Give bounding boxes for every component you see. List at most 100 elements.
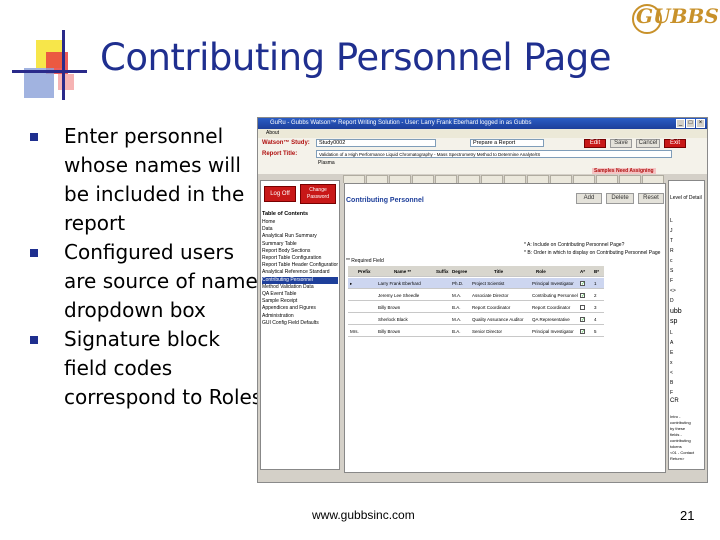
tab[interactable] — [642, 175, 664, 183]
toc-item[interactable]: Analytical Reference Standard — [262, 269, 338, 276]
note-a: * A: Include on Contributing Personnel P… — [524, 242, 625, 248]
gubbs-logo: GUBBS — [636, 4, 719, 28]
toc-item[interactable]: Appendices and Figures — [262, 305, 338, 312]
tab[interactable] — [435, 175, 457, 183]
maximize-icon[interactable]: □ — [686, 119, 695, 128]
right-panel-line: E — [670, 350, 674, 356]
cell-order[interactable]: 2 — [594, 290, 597, 301]
cell-prefix[interactable]: Mrs. — [350, 326, 359, 337]
toc-item[interactable]: Administration — [262, 313, 338, 320]
cell-title[interactable]: Senior Director — [472, 326, 532, 337]
cell-title[interactable]: Project Scientist — [472, 278, 532, 289]
right-panel-label: Level of Detail — [670, 195, 702, 201]
cell-degree[interactable]: M.A. — [452, 290, 461, 301]
cell-degree[interactable]: Ph.D. — [452, 278, 463, 289]
bullet-list: Enter personnel whose names will be incl… — [30, 122, 266, 412]
tab[interactable] — [504, 175, 526, 183]
table-row[interactable]: Jeremy Lee Sheedle M.A. Associate Direct… — [348, 290, 604, 302]
deco-pink-square — [58, 74, 74, 90]
cell-name[interactable]: Sherlock Black — [378, 314, 434, 325]
delete-button[interactable]: Delete — [606, 193, 634, 204]
cell-degree[interactable]: M.A. — [452, 314, 461, 325]
include-checkbox[interactable] — [580, 291, 585, 302]
table-row[interactable]: Mrs. Billy Brown B.A. Senior Director Pr… — [348, 326, 604, 338]
toc-item[interactable]: Summary Table — [262, 241, 338, 248]
toc-item-selected[interactable]: Contributing Personnel — [262, 276, 338, 284]
cell-role[interactable]: Report Coordinator — [532, 302, 578, 313]
save-button[interactable]: Save — [610, 139, 632, 148]
cell-name[interactable]: Billy Brown — [378, 302, 434, 313]
report-title-field[interactable]: Validation of a High Performance Liquid … — [316, 150, 672, 158]
toc-item[interactable]: Sample Receipt — [262, 298, 338, 305]
toc-item[interactable]: Analytical Run Summary — [262, 233, 338, 240]
close-icon[interactable]: × — [696, 119, 705, 128]
include-checkbox[interactable] — [580, 279, 585, 290]
cell-role[interactable]: Principal Investigator — [532, 278, 578, 289]
tab[interactable] — [481, 175, 503, 183]
toc-item[interactable]: GUI Config Field Defaults — [262, 320, 338, 327]
right-panel-footer: Return> — [670, 456, 685, 461]
exit-button[interactable]: Exit — [664, 139, 686, 148]
menu-about[interactable]: About — [266, 130, 279, 136]
toc-item[interactable]: Home — [262, 219, 338, 226]
cell-degree[interactable]: B.A. — [452, 326, 461, 337]
toc-item[interactable]: Report Table Header Configuration — [262, 262, 338, 269]
add-button[interactable]: Add — [576, 193, 602, 204]
window-titlebar: GuRu - Gubbs Watson™ Report Writing Solu… — [258, 118, 707, 129]
toc-item[interactable]: Method Validation Data — [262, 284, 338, 291]
cell-order[interactable]: 1 — [594, 278, 597, 289]
cell-name[interactable]: Billy Brown — [378, 326, 434, 337]
table-row[interactable]: Billy Brown B.A. Report Coordinator Repo… — [348, 302, 604, 313]
tab[interactable] — [389, 175, 411, 183]
cell-role[interactable]: Principal Investigator — [532, 326, 578, 337]
right-panel-footer: contributing — [670, 420, 691, 425]
tab[interactable] — [366, 175, 388, 183]
cell-role[interactable]: QA Representative — [532, 314, 578, 325]
reset-button[interactable]: Reset — [638, 193, 664, 204]
tab[interactable] — [573, 175, 595, 183]
logoff-button[interactable]: Log Off — [264, 186, 296, 202]
tab[interactable] — [596, 175, 618, 183]
cell-degree[interactable]: B.A. — [452, 302, 461, 313]
cell-role[interactable]: Contributing Personnel — [532, 290, 578, 301]
tab[interactable] — [527, 175, 549, 183]
toc-item[interactable]: QA Event Table — [262, 291, 338, 298]
cell-name[interactable]: Larry Frank Eberhard — [378, 278, 434, 289]
right-panel-line: S — [670, 268, 674, 274]
cell-name[interactable]: Jeremy Lee Sheedle — [378, 290, 434, 301]
include-checkbox[interactable] — [580, 327, 585, 338]
table-row[interactable]: ▸ Larry Frank Eberhard Ph.D. Project Sci… — [348, 278, 604, 290]
right-panel-line: c — [670, 258, 673, 264]
toc-item[interactable]: Report Body Sections — [262, 248, 338, 255]
toc-item[interactable]: Data — [262, 226, 338, 233]
column-header: Suffix — [436, 269, 449, 274]
cell-title[interactable]: Report Coordinator — [472, 302, 532, 313]
tab[interactable] — [343, 175, 365, 183]
cell-title[interactable]: Quality Assurance Auditor — [472, 314, 532, 325]
footer-url[interactable]: www.gubbsinc.com — [312, 508, 415, 522]
minimize-icon[interactable]: _ — [676, 119, 685, 128]
tab[interactable] — [550, 175, 572, 183]
tab[interactable] — [412, 175, 434, 183]
cell-order[interactable]: 3 — [594, 302, 597, 313]
toc-item[interactable]: Report Table Configuration — [262, 255, 338, 262]
edit-button[interactable]: Edit — [584, 139, 606, 148]
change-password-button[interactable]: Change Password — [300, 184, 336, 204]
grid-header-row: Prefix Name ** Suffix Degree Title Role … — [348, 266, 604, 277]
cell-order[interactable]: 5 — [594, 326, 597, 337]
tab[interactable] — [619, 175, 641, 183]
toc-title: Table of Contents — [262, 211, 309, 217]
include-checkbox[interactable] — [580, 315, 585, 326]
window-controls: _ □ × — [676, 119, 705, 128]
table-row[interactable]: Sherlock Black M.A. Quality Assurance Au… — [348, 314, 604, 326]
study-select[interactable]: Study0002 — [316, 139, 436, 147]
right-panel-line: sp — [670, 318, 678, 325]
report-title-label: Report Title: — [262, 151, 298, 157]
include-checkbox[interactable] — [580, 305, 585, 310]
cell-title[interactable]: Associate Director — [472, 290, 532, 301]
cell-order[interactable]: 4 — [594, 314, 597, 325]
prepare-select[interactable]: Prepare a Report — [470, 139, 544, 147]
tab[interactable] — [458, 175, 480, 183]
cancel-button[interactable]: Cancel — [636, 139, 660, 148]
right-panel-footer: tokens — [670, 444, 682, 449]
